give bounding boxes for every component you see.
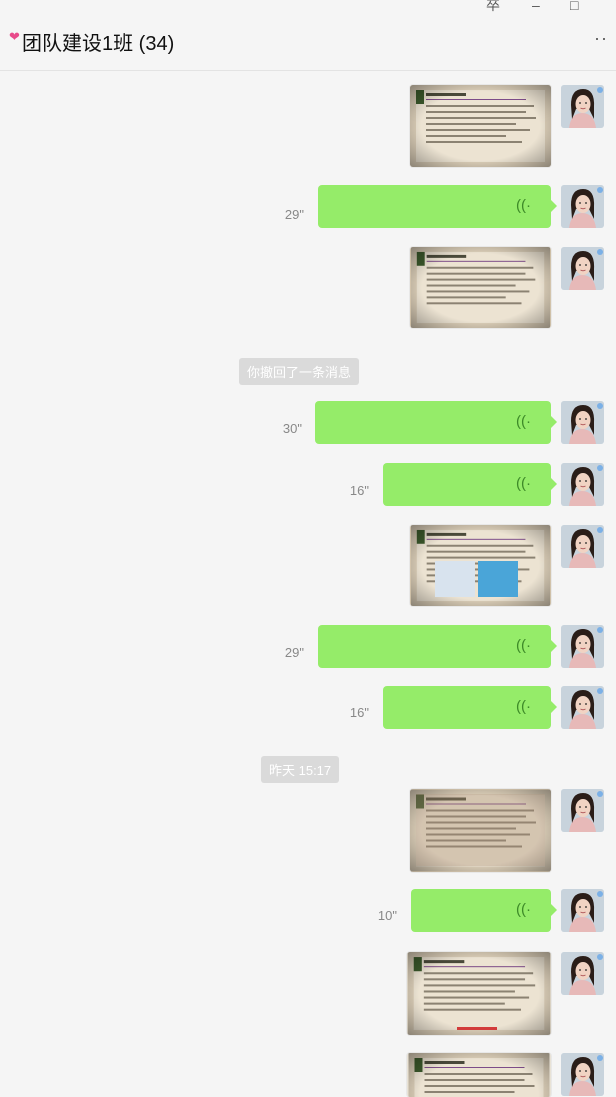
image-message[interactable]	[410, 85, 551, 167]
message-list[interactable]: 29" ((· 你撤回了一条消息 30" ((· 16" ((· 29" ((·…	[0, 71, 616, 1097]
voice-duration: 16"	[349, 705, 369, 720]
image-message[interactable]	[410, 789, 551, 872]
voice-wave-icon: ((·	[516, 698, 531, 715]
avatar[interactable]	[561, 401, 604, 444]
slide-photo	[410, 789, 551, 872]
avatar[interactable]	[561, 625, 604, 668]
voice-wave-icon: ((·	[516, 475, 531, 492]
voice-duration: 29"	[284, 645, 304, 660]
voice-wave-icon: ((·	[516, 637, 531, 654]
voice-wave-icon: ((·	[516, 197, 531, 214]
avatar[interactable]	[561, 463, 604, 506]
slide-photo	[407, 952, 551, 1035]
image-message[interactable]	[410, 247, 551, 328]
voice-message[interactable]: ((·	[383, 686, 557, 729]
voice-message[interactable]: ((·	[383, 463, 557, 506]
avatar[interactable]	[561, 247, 604, 290]
voice-message[interactable]: ((·	[318, 185, 557, 228]
voice-wave-icon: ((·	[516, 413, 531, 430]
voice-duration: 29"	[284, 207, 304, 222]
image-message[interactable]	[407, 1053, 551, 1097]
voice-message[interactable]: ((·	[318, 625, 557, 668]
image-message[interactable]	[410, 525, 551, 606]
avatar[interactable]	[561, 952, 604, 995]
slide-photo	[410, 525, 551, 606]
voice-message[interactable]: ((·	[315, 401, 557, 444]
slide-photo	[407, 1053, 551, 1097]
image-message[interactable]	[407, 952, 551, 1035]
slide-photo	[410, 247, 551, 328]
avatar[interactable]	[561, 1053, 604, 1096]
chat-title: 团队建设1班 (34)	[22, 33, 175, 55]
heart-icon: ❤	[9, 29, 20, 44]
pin-icon[interactable]: 卒	[486, 0, 500, 12]
maximize-icon[interactable]: □	[570, 0, 578, 12]
voice-duration: 16"	[349, 483, 369, 498]
minimize-icon[interactable]: –	[532, 0, 540, 12]
avatar[interactable]	[561, 525, 604, 568]
avatar[interactable]	[561, 85, 604, 128]
recall-notice: 你撤回了一条消息	[239, 358, 360, 385]
voice-duration: 30"	[282, 421, 302, 436]
timestamp: 昨天 15:17	[261, 756, 340, 783]
chat-header: ❤ 团队建设1班 (34) ··	[0, 14, 616, 71]
avatar[interactable]	[561, 185, 604, 228]
voice-wave-icon: ((·	[516, 901, 531, 918]
voice-message[interactable]: ((·	[411, 889, 557, 932]
avatar[interactable]	[561, 889, 604, 932]
voice-duration: 10"	[377, 908, 397, 923]
avatar[interactable]	[561, 789, 604, 832]
avatar[interactable]	[561, 686, 604, 729]
slide-photo	[410, 85, 551, 167]
window-controls: 卒 – □	[0, 0, 616, 14]
more-options-button[interactable]: ··	[594, 28, 608, 49]
